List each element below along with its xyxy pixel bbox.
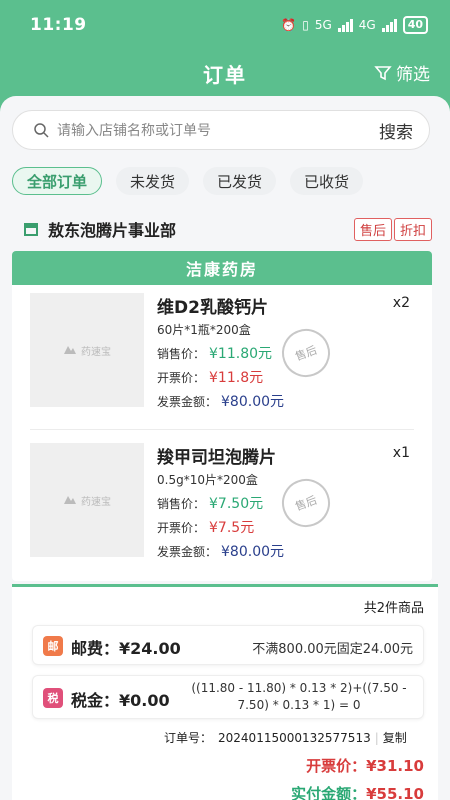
shipping-note: 不满800.00元固定24.00元 — [252, 642, 413, 657]
filter-icon — [374, 65, 392, 80]
shop-badges: 售后 折扣 — [353, 217, 432, 241]
thumbnail-logo-text: 药速宝 — [81, 346, 111, 358]
separator: | — [374, 731, 379, 745]
tax-icon: 税 — [43, 688, 63, 708]
invoice-amount-row: 发票金额： ¥80.00元 — [157, 391, 284, 411]
vibrate-icon: ▯ — [302, 18, 309, 32]
shipping-icon: 邮 — [43, 636, 63, 656]
logo-icon — [64, 346, 76, 354]
product-item[interactable]: 药速宝 羧甲司坦泡腾片 x1 0.5g*10片*200盒 销售价： ¥7.50元 … — [12, 437, 432, 572]
sale-price-row: 销售价： ¥7.50元 — [157, 493, 263, 513]
order-tabs: 全部订单 未发货 已发货 已收货 — [12, 166, 438, 196]
paid-total-label: 实付金额： — [291, 785, 367, 800]
tab-all-orders[interactable]: 全部订单 — [12, 167, 103, 195]
signal-icon-2 — [381, 18, 397, 32]
tab-shipped[interactable]: 已发货 — [203, 167, 277, 195]
pharmacy-name: 洁康药房 — [12, 251, 432, 285]
invoice-price: ¥7.5元 — [209, 520, 255, 536]
thumbnail-logo-text: 药速宝 — [81, 496, 111, 508]
thumbnail-logo: 药速宝 — [63, 343, 111, 358]
alarm-icon: ⏰ — [281, 18, 297, 32]
invoice-price-row: 开票价： ¥11.8元 — [157, 367, 263, 387]
shop-name: 敖东泡腾片事业部 — [48, 221, 177, 240]
invoice-amount-label: 发票金额： — [157, 395, 218, 409]
after-sale-stamp: 售后 — [275, 472, 337, 534]
product-item[interactable]: 药速宝 维D2乳酸钙片 x2 60片*1瓶*200盒 销售价： ¥11.80元 开… — [12, 287, 432, 422]
nav-bar: 订单 筛选 — [0, 50, 450, 96]
store-icon — [24, 223, 38, 236]
product-quantity: x1 — [392, 445, 410, 461]
invoice-price-row: 开票价： ¥7.5元 — [157, 517, 254, 537]
after-sale-stamp: 售后 — [275, 322, 337, 384]
filter-label: 筛选 — [396, 65, 430, 85]
invoice-total-row: 开票价：¥31.10 — [306, 755, 424, 776]
network-5g-label: 5G — [314, 18, 332, 32]
sale-price-label: 销售价： — [157, 497, 206, 511]
status-bar: 11:19 ⏰ ▯ 5G 4G 40 — [0, 0, 450, 50]
total-items: 共2件商品 — [363, 601, 424, 616]
filter-button[interactable]: 筛选 — [374, 60, 430, 85]
thumbnail-logo: 药速宝 — [63, 493, 111, 508]
tax-row: 税 税金：¥0.00 ((11.80 - 11.80) * 0.13 * 2)+… — [32, 675, 424, 719]
invoice-total: ¥31.10 — [366, 757, 424, 775]
network-4g-label: 4G — [358, 18, 376, 32]
clock: 11:19 — [30, 15, 87, 35]
paid-total-row: 实付金额：¥55.10 — [291, 783, 424, 800]
main-sheet: 请输入店铺名称或订单号 搜索 全部订单 未发货 已发货 已收货 敖东泡腾片事业部… — [0, 96, 450, 800]
search-icon — [34, 123, 49, 138]
search-input[interactable]: 请输入店铺名称或订单号 — [57, 120, 379, 140]
order-card: 洁康药房 药速宝 维D2乳酸钙片 x2 60片*1瓶*200盒 销售价： ¥11.… — [12, 251, 432, 581]
product-quantity: x2 — [392, 295, 410, 311]
after-sale-badge[interactable]: 售后 — [353, 217, 392, 241]
shipping-row: 邮 邮费：¥24.00 不满800.00元固定24.00元 — [32, 625, 424, 665]
shipping-fee: 邮费：¥24.00 — [71, 639, 181, 658]
page-title: 订单 — [203, 62, 247, 87]
logo-icon — [64, 496, 76, 504]
invoice-amount: ¥80.00元 — [221, 544, 285, 560]
tab-not-shipped[interactable]: 未发货 — [116, 167, 190, 195]
sale-price: ¥11.80元 — [209, 346, 273, 362]
order-number-label: 订单号： — [164, 731, 213, 745]
search-bar[interactable]: 请输入店铺名称或订单号 搜索 — [12, 110, 430, 150]
discount-badge[interactable]: 折扣 — [393, 217, 432, 241]
divider — [30, 429, 414, 430]
search-button[interactable]: 搜索 — [379, 118, 413, 143]
invoice-total-label: 开票价： — [306, 757, 367, 775]
invoice-price: ¥11.8元 — [209, 370, 264, 386]
product-spec: 0.5g*10片*200盒 — [157, 473, 258, 487]
copy-button[interactable]: 复制 — [383, 731, 407, 745]
invoice-price-label: 开票价： — [157, 521, 206, 535]
order-summary: 共2件商品 邮 邮费：¥24.00 不满800.00元固定24.00元 税 税金… — [12, 584, 438, 800]
invoice-amount-label: 发票金额： — [157, 545, 218, 559]
sale-price: ¥7.50元 — [209, 496, 264, 512]
tax-fee: 税金：¥0.00 — [71, 691, 170, 710]
product-thumbnail: 药速宝 — [30, 293, 144, 407]
status-icons: ⏰ ▯ 5G 4G 40 — [281, 16, 428, 34]
order-number: 20240115000132577513 — [218, 731, 371, 745]
signal-icon — [337, 18, 353, 32]
product-spec: 60片*1瓶*200盒 — [157, 323, 251, 337]
battery-icon: 40 — [402, 16, 428, 34]
shop-header: 敖东泡腾片事业部 售后 折扣 — [22, 216, 432, 242]
product-name: 羧甲司坦泡腾片 — [157, 448, 276, 468]
paid-total: ¥55.10 — [366, 785, 424, 800]
order-number-row: 订单号： 20240115000132577513 | 复制 — [164, 729, 407, 746]
product-name: 维D2乳酸钙片 — [157, 298, 268, 318]
product-thumbnail: 药速宝 — [30, 443, 144, 557]
invoice-amount: ¥80.00元 — [221, 394, 285, 410]
invoice-price-label: 开票价： — [157, 371, 206, 385]
tab-received[interactable]: 已收货 — [290, 167, 364, 195]
tax-formula: ((11.80 - 11.80) * 0.13 * 2)+((7.50 - 7.… — [191, 681, 407, 712]
sale-price-row: 销售价： ¥11.80元 — [157, 343, 272, 363]
sale-price-label: 销售价： — [157, 347, 206, 361]
invoice-amount-row: 发票金额： ¥80.00元 — [157, 541, 284, 561]
